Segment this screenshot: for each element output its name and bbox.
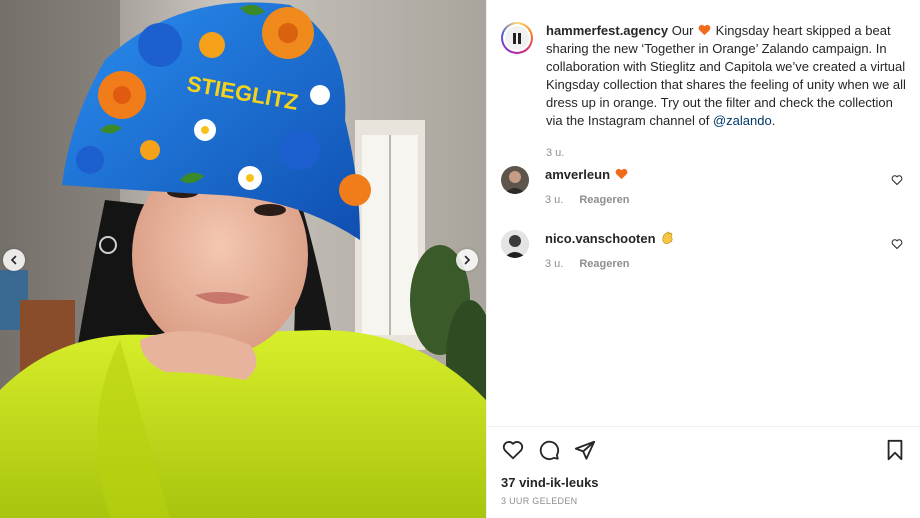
- post-actions: 37 vind-ik-leuks 3 UUR GELEDEN: [487, 426, 920, 506]
- post-side-panel: hammerfest.agency Our Kingsday heart ski…: [486, 0, 920, 518]
- reply-button[interactable]: Reageren: [579, 194, 629, 206]
- caption-start: Our: [671, 23, 694, 38]
- post-media[interactable]: STIEGLITZ: [0, 0, 486, 518]
- comment-like-icon[interactable]: [891, 238, 903, 250]
- share-icon: [574, 440, 596, 460]
- comment-meta: 3 u. Reageren: [545, 258, 885, 270]
- comment-like-icon[interactable]: [891, 174, 903, 186]
- comment-button[interactable]: [537, 438, 561, 462]
- like-icon: [502, 441, 524, 460]
- commenter-avatar[interactable]: [501, 230, 529, 258]
- author-avatar[interactable]: [501, 22, 533, 54]
- comment-item: nico.vanschooten 3 u. Reageren: [501, 230, 911, 270]
- post-photo: STIEGLITZ: [0, 0, 486, 518]
- chevron-left-icon: [10, 255, 17, 265]
- chevron-right-icon: [464, 255, 471, 265]
- action-bar: [501, 427, 907, 473]
- comment-icon: [539, 440, 560, 461]
- comment-username[interactable]: amverleun: [545, 167, 610, 182]
- likes-count[interactable]: 37 vind-ik-leuks: [501, 475, 907, 490]
- save-button[interactable]: [883, 438, 907, 462]
- author-username[interactable]: hammerfest.agency: [546, 23, 668, 38]
- share-button[interactable]: [573, 438, 597, 462]
- previous-media-button[interactable]: [3, 249, 25, 271]
- orange-heart-icon: [615, 168, 628, 180]
- next-media-button[interactable]: [456, 249, 478, 271]
- like-button[interactable]: [501, 438, 525, 462]
- mention-link[interactable]: @zalando: [713, 113, 772, 128]
- caption-meta: 3 u.: [546, 144, 911, 162]
- caption-text: hammerfest.agency Our Kingsday heart ski…: [546, 22, 911, 162]
- comment-username[interactable]: nico.vanschooten: [545, 231, 656, 246]
- post-timestamp: 3 UUR GELEDEN: [501, 496, 578, 506]
- comment-age: 3 u.: [545, 258, 564, 270]
- caption-age: 3 u.: [546, 147, 565, 159]
- avatar-pause-icon: [505, 26, 529, 50]
- reply-button[interactable]: Reageren: [579, 258, 629, 270]
- post-caption: hammerfest.agency Our Kingsday heart ski…: [501, 22, 911, 162]
- comment-item: amverleun 3 u. Reageren: [501, 166, 911, 206]
- comment-meta: 3 u. Reageren: [545, 194, 885, 206]
- comment-age: 3 u.: [545, 194, 564, 206]
- save-icon: [887, 439, 903, 461]
- commenter-avatar[interactable]: [501, 166, 529, 194]
- caption-end: .: [771, 113, 776, 128]
- instagram-post-modal: STIEGLITZ hammerfest.agency Our Kingsday…: [0, 0, 920, 518]
- orange-heart-icon: [698, 24, 711, 36]
- clapping-hands-icon: [662, 231, 673, 244]
